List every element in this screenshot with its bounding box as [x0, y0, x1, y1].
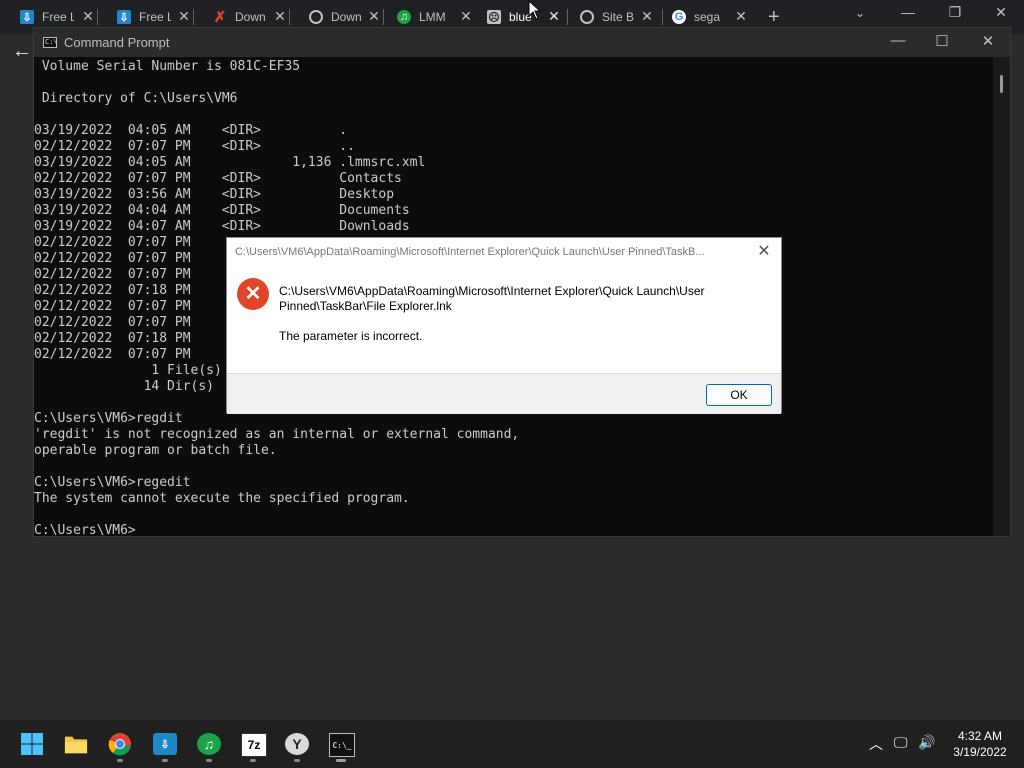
cmd-window-title: Command Prompt: [64, 35, 170, 50]
taskbar-lmms[interactable]: ♫: [197, 733, 221, 755]
console-line: 02/12/2022 07:07 PM: [34, 235, 191, 250]
free-download-icon: ⇩: [117, 10, 131, 24]
tab-title: Free L: [42, 10, 74, 24]
tab-title: Down: [331, 10, 362, 24]
console-line: C:\Users\VM6>: [34, 523, 136, 536]
console-line: 02/12/2022 07:07 PM: [34, 251, 191, 266]
cmd-scroll-thumb[interactable]: [1000, 75, 1003, 93]
7zip-icon: 7z: [247, 738, 261, 752]
cmd-title-bar[interactable]: C:\ Command Prompt — ☐ ✕: [34, 28, 1010, 57]
console-line: 03/19/2022 03:56 AM <DIR> Desktop: [34, 187, 395, 202]
console-line: 03/19/2022 04:05 AM 1,136 .lmmsrc.xml: [34, 155, 426, 170]
volume-icon[interactable]: 🔊: [918, 734, 935, 751]
ok-button[interactable]: OK: [706, 384, 772, 406]
console-line: 14 Dir(s): [34, 379, 215, 394]
console-line: 02/12/2022 07:07 PM <DIR> Contacts: [34, 171, 402, 186]
dialog-title: C:\Users\VM6\AppData\Roaming\Microsoft\I…: [235, 246, 705, 258]
new-tab-button[interactable]: +: [768, 6, 780, 29]
cmd-minimize-button[interactable]: —: [876, 32, 920, 49]
tab-title: Free L: [139, 10, 171, 24]
chrome-icon: [108, 733, 131, 756]
tab-title: Down: [235, 10, 266, 24]
console-line: 02/12/2022 07:07 PM: [34, 299, 191, 314]
running-indicator: [206, 759, 212, 762]
taskbar-cmd[interactable]: C:\_: [329, 733, 355, 757]
console-line: 03/19/2022 04:04 AM <DIR> Documents: [34, 203, 410, 218]
google-icon: G: [672, 10, 686, 24]
console-line: operable program or batch file.: [34, 443, 277, 458]
dialog-file-path: C:\Users\VM6\AppData\Roaming\Microsoft\I…: [279, 284, 705, 313]
free-download-icon: ⇩: [20, 10, 34, 24]
console-line: 02/12/2022 07:07 PM: [34, 267, 191, 282]
clock-time[interactable]: 4:32 AM: [950, 729, 1010, 743]
yandex-icon: Y: [292, 736, 302, 752]
running-indicator-active: [336, 759, 346, 762]
console-line: C:\Users\VM6>regdit: [34, 411, 183, 426]
browser-restore-button[interactable]: ❐: [940, 4, 970, 21]
console-line: Volume Serial Number is 081C-EF35: [34, 59, 301, 74]
running-indicator: [250, 759, 256, 762]
headphones-icon: ♫: [203, 736, 215, 752]
browser-back-arrow-icon[interactable]: ←: [12, 40, 32, 63]
mouse-cursor-icon: [528, 0, 542, 20]
tab-search-chevron-icon[interactable]: ⌄: [855, 6, 865, 20]
cmd-close-button[interactable]: ✕: [966, 32, 1010, 50]
console-line: 1 File(s): [34, 363, 222, 378]
tab-title: Site B: [602, 10, 634, 24]
console-line: 02/12/2022 07:07 PM <DIR> ..: [34, 139, 355, 154]
windows-logo-icon: [21, 733, 43, 755]
taskbar-file-explorer[interactable]: [64, 733, 88, 755]
browser-close-button[interactable]: ✕: [986, 4, 1016, 21]
folder-icon: [64, 736, 88, 754]
console-line: 02/12/2022 07:18 PM: [34, 283, 191, 298]
error-dialog: C:\Users\VM6\AppData\Roaming\Microsoft\I…: [226, 237, 782, 414]
dialog-close-button[interactable]: ✕: [753, 241, 775, 261]
start-button[interactable]: [20, 733, 44, 755]
globe-icon: [580, 10, 594, 24]
headphones-icon: ♫: [397, 10, 411, 24]
cmd-app-icon: C:\: [43, 37, 58, 48]
running-indicator: [294, 759, 300, 762]
network-icon[interactable]: 🖵: [894, 734, 908, 751]
console-line: 'regdit' is not recognized as an interna…: [34, 427, 520, 442]
taskbar-7zip[interactable]: 7z: [241, 733, 267, 757]
clock-date[interactable]: 3/19/2022: [946, 745, 1014, 759]
error-icon: ✕: [237, 278, 269, 310]
taskbar-free-download[interactable]: ⇩: [153, 733, 177, 755]
red-x-icon: ✗: [213, 9, 227, 26]
cmd-maximize-button[interactable]: ☐: [920, 32, 964, 50]
terminal-icon: C:\_: [332, 740, 352, 750]
close-icon[interactable]: ✕: [175, 8, 193, 25]
console-line: 02/12/2022 07:07 PM: [34, 347, 191, 362]
console-line: 03/19/2022 04:05 AM <DIR> .: [34, 123, 348, 138]
tab-title: sega: [694, 10, 721, 24]
close-icon[interactable]: ✕: [271, 8, 289, 25]
show-hidden-icons-chevron-icon[interactable]: ︿: [869, 734, 883, 754]
cmd-scrollbar[interactable]: [993, 57, 1010, 536]
taskbar: ⇩ ♫ 7z Y C:\_ ︿ 🖵 🔊 4:32 AM 3/19/2022: [0, 720, 1024, 768]
running-indicator: [117, 759, 123, 762]
close-icon[interactable]: ✕: [732, 8, 750, 25]
console-line: 03/19/2022 04:07 AM <DIR> Downloads: [34, 219, 410, 234]
close-icon[interactable]: ✕: [79, 8, 97, 25]
free-download-icon: ⇩: [160, 738, 170, 751]
sad-face-icon: ☹: [487, 10, 501, 24]
running-indicator: [162, 759, 168, 762]
browser-minimize-button[interactable]: —: [893, 4, 923, 20]
console-line: 02/12/2022 07:07 PM: [34, 315, 191, 330]
console-line: 02/12/2022 07:18 PM: [34, 331, 191, 346]
taskbar-yandex[interactable]: Y: [285, 733, 309, 755]
taskbar-chrome[interactable]: [108, 733, 132, 756]
console-line: C:\Users\VM6>regedit: [34, 475, 191, 490]
console-line: The system cannot execute the specified …: [34, 491, 410, 506]
tab-title: LMM: [419, 10, 446, 24]
globe-icon: [309, 10, 323, 24]
console-line: Directory of C:\Users\VM6: [34, 91, 238, 106]
dialog-footer: OK: [227, 373, 781, 414]
dialog-message: The parameter is incorrect.: [279, 329, 423, 343]
